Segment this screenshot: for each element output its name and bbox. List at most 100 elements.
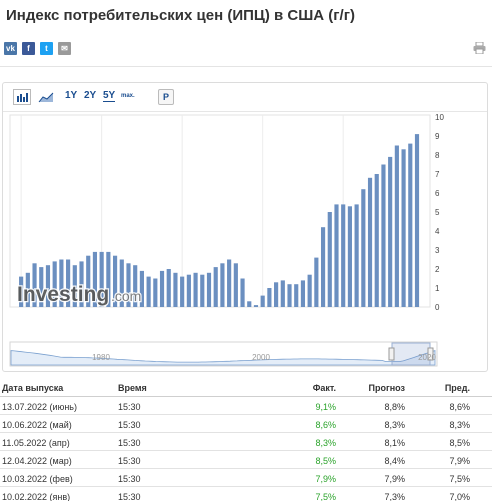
area-chart-icon[interactable]	[37, 89, 55, 105]
chart-bar[interactable]	[408, 143, 413, 307]
chart-bar[interactable]	[334, 204, 339, 307]
chart-bar[interactable]	[247, 301, 252, 307]
cell-forecast: 7,3%	[384, 492, 405, 501]
cell-previous: 8,3%	[449, 420, 470, 430]
chart-bar[interactable]	[146, 276, 151, 307]
header-date: Дата выпуска	[2, 383, 64, 393]
chart-bar[interactable]	[347, 206, 352, 307]
chart-bar[interactable]	[267, 288, 272, 307]
chart-bar[interactable]	[186, 274, 191, 307]
y-tick-label: 8	[435, 151, 440, 160]
range-2y-button[interactable]: 2Y	[84, 90, 96, 101]
overview-year-label: 2000	[252, 353, 270, 362]
overview-year-label: 2020	[418, 353, 436, 362]
chart-bar[interactable]	[341, 204, 346, 307]
header-actual: Факт.	[312, 383, 336, 393]
chart-bar[interactable]	[173, 272, 178, 307]
cell-date: 10.06.2022 (май)	[2, 420, 72, 430]
chart-bar[interactable]	[233, 263, 238, 307]
facebook-icon[interactable]: f	[22, 42, 35, 55]
chart-bar[interactable]	[166, 269, 171, 307]
chart-bar[interactable]	[274, 282, 279, 307]
watermark-suffix: .com	[111, 288, 141, 304]
chart-bar[interactable]	[374, 174, 379, 307]
chart-bar[interactable]	[354, 204, 359, 307]
twitter-icon[interactable]: t	[40, 42, 53, 55]
range-max-button[interactable]: max.	[121, 93, 135, 99]
cell-previous: 7,5%	[449, 474, 470, 484]
watermark-brand: Investing	[17, 283, 109, 306]
chart-bar[interactable]	[213, 267, 218, 307]
cell-actual: 8,5%	[315, 456, 336, 466]
y-tick-label: 4	[435, 227, 440, 236]
chart-bar[interactable]	[388, 156, 393, 307]
cell-actual: 8,6%	[315, 420, 336, 430]
cell-time: 15:30	[118, 402, 141, 412]
cell-previous: 8,5%	[449, 438, 470, 448]
table-row: 10.02.2022 (янв) 15:30 7,5% 7,3% 7,0%	[0, 487, 492, 501]
chart-bar[interactable]	[280, 280, 285, 307]
cell-forecast: 8,4%	[384, 456, 405, 466]
cell-previous: 7,0%	[449, 492, 470, 501]
chart-bar[interactable]	[220, 263, 225, 307]
chart-bar[interactable]	[314, 257, 319, 307]
cell-date: 10.03.2022 (фев)	[2, 474, 73, 484]
chart-bar[interactable]	[153, 278, 158, 308]
chart-bar[interactable]	[260, 295, 265, 307]
overview-handle-left[interactable]	[388, 347, 395, 361]
header-previous: Пред.	[444, 383, 470, 393]
range-1y-button[interactable]: 1Y	[65, 90, 77, 101]
y-tick-label: 3	[435, 246, 440, 255]
table-row: 10.06.2022 (май) 15:30 8,6% 8,3% 8,3%	[0, 415, 492, 433]
chart-bar[interactable]	[200, 274, 205, 307]
chart-bar[interactable]	[287, 284, 292, 307]
chart-bar[interactable]	[367, 177, 373, 307]
chart-bar[interactable]	[193, 272, 198, 307]
chart-bar[interactable]	[180, 276, 185, 307]
y-tick-label: 2	[435, 265, 440, 274]
y-tick-label: 9	[435, 132, 440, 141]
email-icon[interactable]: ✉	[58, 42, 71, 55]
cell-date: 11.05.2022 (апр)	[2, 438, 70, 448]
chart-bar[interactable]	[159, 270, 165, 307]
vk-icon[interactable]: vk	[4, 42, 17, 55]
chart-bar[interactable]	[320, 227, 326, 307]
chart-container: 1Y 2Y 5Y max. P 012345678910 20182019202…	[2, 82, 488, 372]
cell-date: 12.04.2022 (мар)	[2, 456, 72, 466]
chart-bar[interactable]	[361, 189, 366, 307]
chart-bar[interactable]	[253, 305, 259, 307]
bar-chart-icon[interactable]	[13, 89, 31, 105]
range-5y-button[interactable]: 5Y	[103, 90, 116, 102]
cell-forecast: 8,8%	[384, 402, 405, 412]
chart-bar[interactable]	[394, 145, 399, 308]
table-row: 11.05.2022 (апр) 15:30 8,3% 8,1% 8,5%	[0, 433, 492, 451]
cell-time: 15:30	[118, 420, 141, 430]
cell-previous: 7,9%	[449, 456, 470, 466]
cell-time: 15:30	[118, 492, 141, 501]
cell-forecast: 8,3%	[384, 420, 405, 430]
chart-bar[interactable]	[227, 259, 232, 308]
print-icon[interactable]	[473, 42, 486, 54]
chart-bar[interactable]	[300, 280, 306, 307]
cell-date: 10.02.2022 (янв)	[2, 492, 71, 501]
chart-bar[interactable]	[206, 272, 212, 307]
chart-bar[interactable]	[294, 284, 299, 307]
cell-forecast: 8,1%	[384, 438, 405, 448]
p-button[interactable]: P	[158, 89, 174, 105]
cell-actual: 7,9%	[315, 474, 336, 484]
chart-bar[interactable]	[240, 278, 245, 308]
y-tick-label: 1	[435, 284, 440, 293]
chart-bar[interactable]	[327, 212, 332, 307]
table-row: 12.04.2022 (мар) 15:30 8,5% 8,4% 7,9%	[0, 451, 492, 469]
cell-forecast: 7,9%	[384, 474, 405, 484]
y-tick-label: 10	[435, 113, 444, 122]
page-title: Индекс потребительских цен (ИПЦ) в США (…	[6, 7, 355, 24]
chart-bar[interactable]	[401, 149, 406, 307]
chart-bar[interactable]	[414, 134, 420, 307]
chart-bar[interactable]	[381, 164, 386, 308]
overview-navigator[interactable]: 1980 2000 2020	[3, 341, 487, 369]
y-tick-label: 7	[435, 170, 440, 179]
table-header: Дата выпуска Время Факт. Прогноз Пред.	[0, 378, 492, 397]
chart-bar[interactable]	[307, 274, 312, 307]
table-row: 13.07.2022 (июнь) 15:30 9,1% 8,8% 8,6%	[0, 397, 492, 415]
